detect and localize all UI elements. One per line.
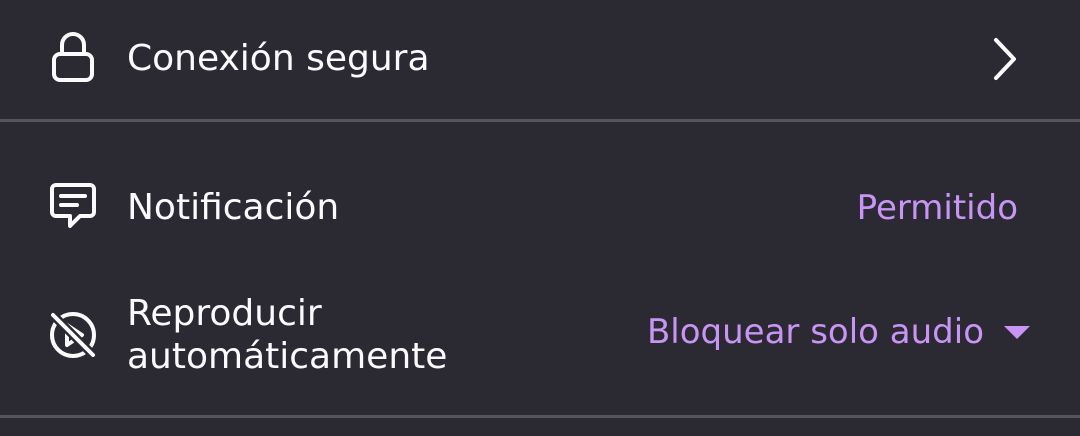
autoplay-row[interactable]: Reproducir automáticamente Bloquear solo… [0, 280, 1080, 390]
autoplay-dropdown-value: Bloquear solo audio [646, 312, 984, 352]
notification-value[interactable]: Permitido [857, 186, 1018, 230]
notification-icon [46, 180, 100, 234]
autoplay-blocked-icon [46, 308, 100, 362]
caret-down-icon [1004, 325, 1030, 339]
notification-row[interactable]: Notificación Permitido [0, 160, 1080, 256]
divider [0, 119, 1080, 122]
autoplay-dropdown[interactable]: Bloquear solo audio [647, 312, 1030, 352]
secure-connection-label: Conexión segura [127, 38, 430, 79]
chevron-right-icon [990, 36, 1020, 82]
autoplay-label-line2: automáticamente [127, 336, 448, 377]
autoplay-label: Reproducir automáticamente [127, 292, 447, 378]
divider [0, 415, 1080, 418]
notification-label: Notificación [127, 187, 340, 228]
secure-connection-row[interactable]: Conexión segura [0, 0, 1080, 119]
site-permissions-panel: Conexión segura Notificación Permitido R… [0, 0, 1080, 436]
autoplay-label-line1: Reproducir [127, 293, 322, 334]
lock-icon [46, 30, 100, 84]
